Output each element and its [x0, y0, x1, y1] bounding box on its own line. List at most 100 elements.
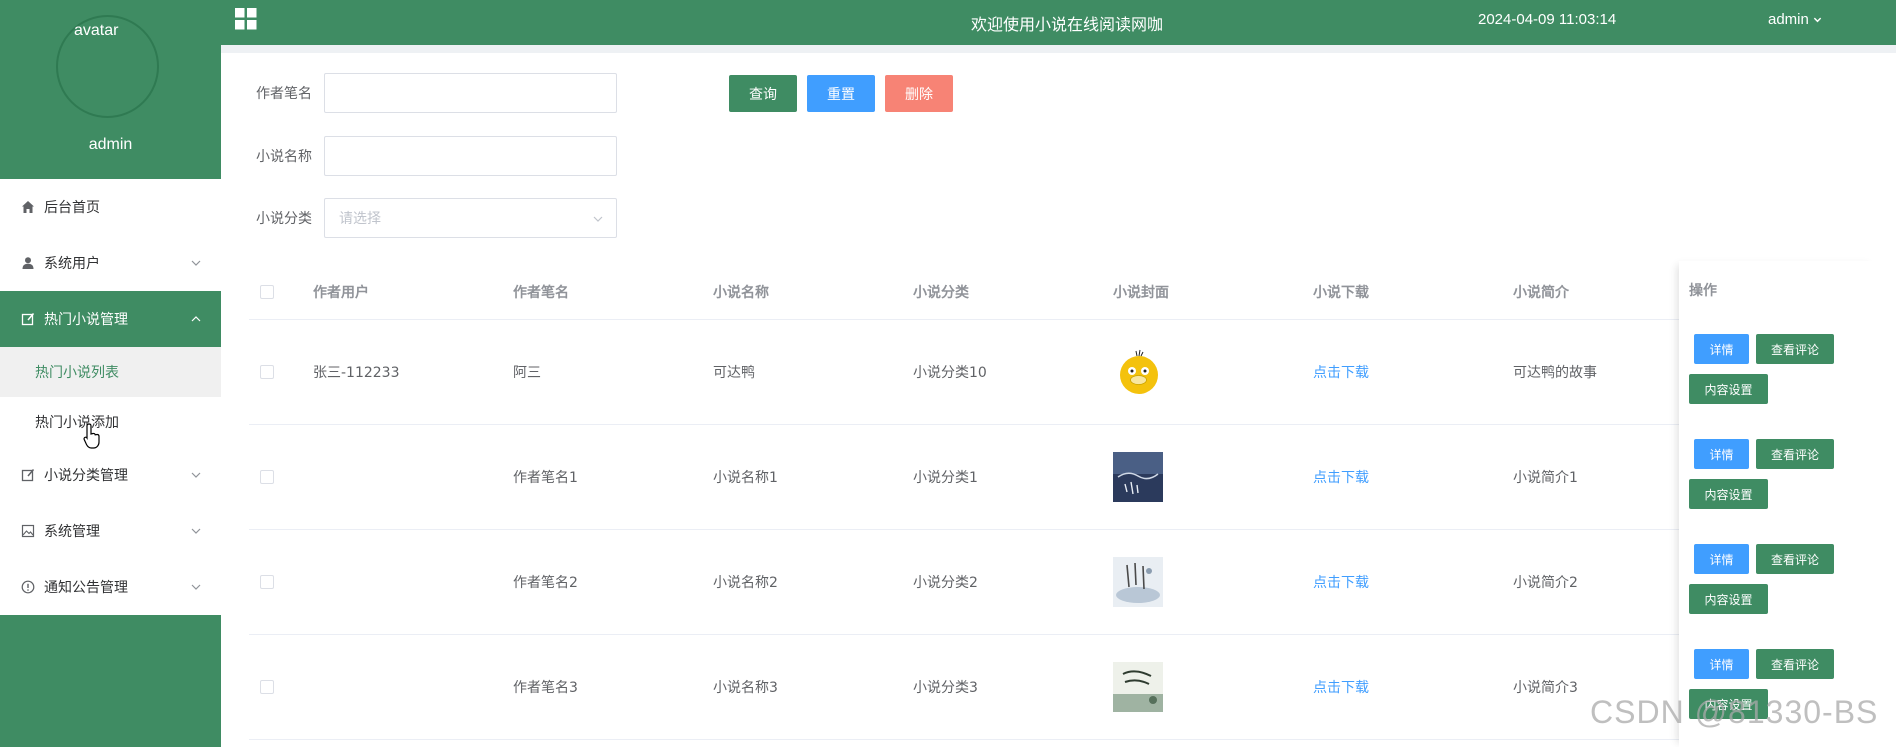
author-search-row: 作者笔名 — [226, 73, 617, 113]
download-link[interactable]: 点击下载 — [1313, 362, 1369, 382]
view-comments-button[interactable]: 查看评论 — [1756, 544, 1834, 574]
query-button[interactable]: 查询 — [729, 75, 797, 112]
detail-button[interactable]: 详情 — [1694, 439, 1749, 469]
view-comments-button[interactable]: 查看评论 — [1756, 439, 1834, 469]
topbar-divider — [221, 45, 1896, 53]
row-checkbox[interactable] — [260, 575, 274, 589]
column-header: 小说封面 — [1113, 284, 1169, 301]
top-bar: 欢迎使用小说在线阅读网咖 2024-04-09 11:03:14 admin — [221, 0, 1896, 45]
author-label: 作者笔名 — [256, 86, 312, 102]
cell-intro: 可达鸭的故事 — [1513, 365, 1597, 381]
home-icon — [20, 199, 36, 215]
operations-column: 操作 详情 查看评论 内容设置 详情 查看评论 内容设置 详情 查看评论 内容设… — [1679, 261, 1879, 747]
column-header: 作者笔名 — [513, 284, 569, 301]
sidebar-footer — [0, 615, 221, 747]
cell-novel-name: 小说名称2 — [713, 575, 778, 591]
column-header: 小说名称 — [713, 284, 769, 301]
user-dropdown[interactable]: admin — [1768, 11, 1822, 28]
column-header: 小说下载 — [1313, 284, 1369, 301]
novel-search-row: 小说名称 — [226, 136, 617, 176]
chevron-down-icon — [593, 216, 603, 222]
reset-button[interactable]: 重置 — [807, 75, 875, 112]
category-label: 小说分类 — [256, 211, 312, 227]
download-link[interactable]: 点击下载 — [1313, 677, 1369, 697]
cell-category: 小说分类3 — [913, 680, 978, 696]
novel-label: 小说名称 — [256, 149, 312, 165]
sidebar-item-announcements[interactable]: 通知公告管理 — [0, 559, 221, 615]
cell-pen-name: 作者笔名2 — [513, 575, 578, 591]
user-dropdown-label: admin — [1768, 11, 1809, 28]
avatar[interactable]: avatar — [56, 15, 159, 118]
sidebar-profile: avatar admin — [0, 0, 221, 179]
novel-cover-image — [1113, 557, 1163, 607]
cell-category: 小说分类1 — [913, 470, 978, 486]
novel-cover-image — [1113, 452, 1163, 502]
sidebar-item-label: 系统管理 — [44, 524, 100, 540]
cell-novel-name: 小说名称1 — [713, 470, 778, 486]
sidebar-item-hot-novels[interactable]: 热门小说管理 — [0, 291, 221, 347]
table-row: 作者笔名2 小说名称2 小说分类2 点击下载 小说简介2 — [249, 530, 1879, 635]
cell-category: 小说分类10 — [913, 365, 987, 381]
sidebar-item-label: 热门小说管理 — [44, 312, 128, 328]
sidebar-item-home[interactable]: 后台首页 — [0, 179, 221, 235]
sidebar-item-system-management[interactable]: 系统管理 — [0, 503, 221, 559]
sidebar-item-label: 小说分类管理 — [44, 468, 128, 484]
edit-doc-icon — [20, 311, 36, 327]
datetime: 2024-04-09 11:03:14 — [1478, 11, 1617, 28]
delete-button[interactable]: 删除 — [885, 75, 953, 112]
table-row: 作者笔名1 小说名称1 小说分类1 点击下载 小说简介1 — [249, 425, 1879, 530]
detail-button[interactable]: 详情 — [1694, 544, 1749, 574]
detail-button[interactable]: 详情 — [1694, 649, 1749, 679]
novel-cover-image — [1113, 662, 1163, 712]
picture-icon — [20, 523, 36, 539]
user-icon — [20, 255, 36, 271]
chevron-down-icon — [1813, 17, 1822, 23]
chevron-up-icon — [191, 316, 201, 322]
row-checkbox[interactable] — [260, 365, 274, 379]
select-all-checkbox[interactable] — [260, 284, 274, 299]
category-search-row: 小说分类 请选择 — [226, 198, 617, 238]
category-select[interactable]: 请选择 — [324, 198, 617, 238]
column-header: 作者用户 — [313, 284, 369, 301]
author-input[interactable] — [324, 73, 617, 113]
content-settings-button[interactable]: 内容设置 — [1689, 584, 1768, 614]
operations-row: 详情 查看评论 内容设置 — [1679, 422, 1879, 527]
sidebar-menu: 后台首页 系统用户 热门小说管理 热门小说列表 热门小说添加 小说分类管理 系统… — [0, 179, 221, 615]
content-settings-button[interactable]: 内容设置 — [1689, 374, 1768, 404]
sidebar-item-novel-categories[interactable]: 小说分类管理 — [0, 447, 221, 503]
view-comments-button[interactable]: 查看评论 — [1756, 649, 1834, 679]
sidebar-subitem-hot-novel-list[interactable]: 热门小说列表 — [0, 347, 221, 397]
column-header: 小说分类 — [913, 284, 969, 301]
column-header: 小说简介 — [1513, 284, 1569, 301]
download-link[interactable]: 点击下载 — [1313, 467, 1369, 487]
chevron-down-icon — [191, 584, 201, 590]
novel-input[interactable] — [324, 136, 617, 176]
sidebar: avatar admin 后台首页 系统用户 热门小说管理 热门小说列表 热门小… — [0, 0, 221, 747]
content-settings-button[interactable]: 内容设置 — [1689, 479, 1768, 509]
grid-menu-icon[interactable] — [235, 8, 257, 30]
detail-button[interactable]: 详情 — [1694, 334, 1749, 364]
column-header-operations: 操作 — [1689, 283, 1717, 299]
sidebar-username: admin — [88, 136, 133, 153]
cell-novel-name: 可达鸭 — [713, 365, 755, 381]
cell-author-user: 张三-112233 — [313, 365, 400, 381]
cell-category: 小说分类2 — [913, 575, 978, 591]
row-checkbox[interactable] — [260, 680, 274, 694]
cell-pen-name: 作者笔名3 — [513, 680, 578, 696]
operations-row: 详情 查看评论 内容设置 — [1679, 317, 1879, 422]
cell-intro: 小说简介3 — [1513, 680, 1578, 696]
hot-novels-submenu: 热门小说列表 热门小说添加 — [0, 347, 221, 447]
novel-table: 作者用户 作者笔名 小说名称 小说分类 小说封面 小说下载 小说简介 张三-11… — [249, 264, 1879, 740]
cell-pen-name: 阿三 — [513, 365, 541, 381]
chevron-down-icon — [191, 260, 201, 266]
mouse-pointer-icon — [83, 423, 100, 449]
cell-pen-name: 作者笔名1 — [513, 470, 578, 486]
edit-doc-icon — [20, 467, 36, 483]
view-comments-button[interactable]: 查看评论 — [1756, 334, 1834, 364]
row-checkbox[interactable] — [260, 470, 274, 484]
chevron-down-icon — [191, 472, 201, 478]
sidebar-item-system-users[interactable]: 系统用户 — [0, 235, 221, 291]
download-link[interactable]: 点击下载 — [1313, 572, 1369, 592]
sidebar-subitem-hot-novel-add[interactable]: 热门小说添加 — [0, 397, 221, 447]
avatar-alt-text: avatar — [74, 22, 119, 39]
